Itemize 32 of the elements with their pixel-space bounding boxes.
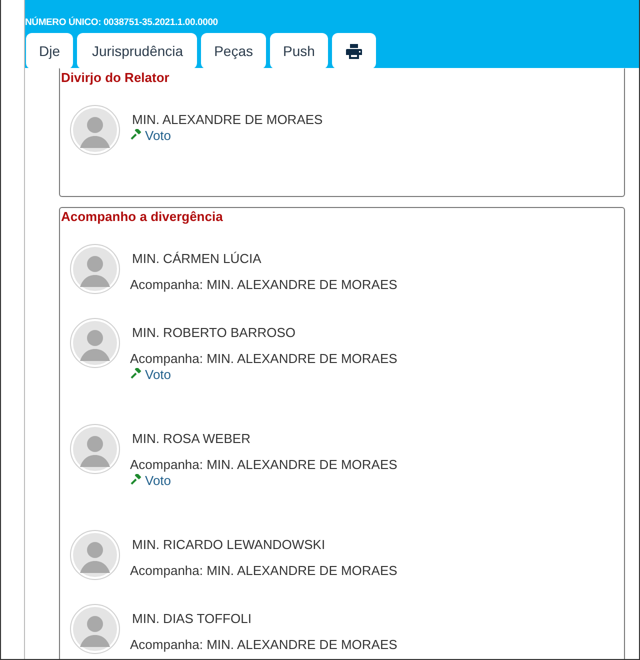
follows-text: Acompanha: MIN. ALEXANDRE DE MORAES — [130, 350, 398, 367]
follows-text: Acompanha: MIN. ALEXANDRE DE MORAES — [130, 276, 398, 293]
toolbar-button[interactable]: Dje — [26, 33, 74, 69]
case-number: NÚMERO ÚNICO: 0038751-35.2021.1.00.0000 — [25, 17, 218, 29]
vote-link[interactable]: Voto — [130, 368, 172, 382]
section-title: Divirjo do Relator — [60, 69, 170, 86]
vote-link[interactable]: Voto — [130, 129, 172, 143]
avatar-placeholder — [70, 105, 120, 155]
minister-name: MIN. DIAS TOFFOLI — [131, 610, 252, 627]
minister-name: MIN. ROBERTO BARROSO — [131, 324, 296, 341]
avatar-placeholder — [70, 318, 120, 368]
printer-icon — [346, 44, 362, 58]
follows-text: Acompanha: MIN. ALEXANDRE DE MORAES — [130, 562, 398, 579]
minister-name: MIN. CÁRMEN LÚCIA — [131, 250, 262, 267]
minister-name: MIN. ROSA WEBER — [131, 430, 252, 447]
avatar-placeholder — [70, 530, 120, 580]
section-title: Acompanho a divergência — [60, 208, 224, 225]
print-button[interactable] — [332, 33, 376, 69]
gavel-icon — [130, 368, 142, 380]
minister-name: MIN. RICARDO LEWANDOWSKI — [131, 536, 326, 553]
avatar-placeholder — [70, 244, 120, 294]
minister-name: MIN. ALEXANDRE DE MORAES — [131, 111, 323, 128]
avatar-placeholder — [70, 424, 120, 474]
follows-text: Acompanha: MIN. ALEXANDRE DE MORAES — [130, 456, 398, 473]
avatar-placeholder — [70, 604, 120, 654]
gavel-icon — [130, 129, 142, 141]
vote-link[interactable]: Voto — [130, 474, 172, 488]
toolbar-button[interactable]: Push — [270, 33, 328, 69]
gavel-icon — [130, 474, 142, 486]
follows-text: Acompanha: MIN. ALEXANDRE DE MORAES — [130, 636, 398, 653]
toolbar-button[interactable]: Peças — [201, 33, 266, 69]
toolbar-button[interactable]: Jurisprudência — [77, 33, 198, 69]
